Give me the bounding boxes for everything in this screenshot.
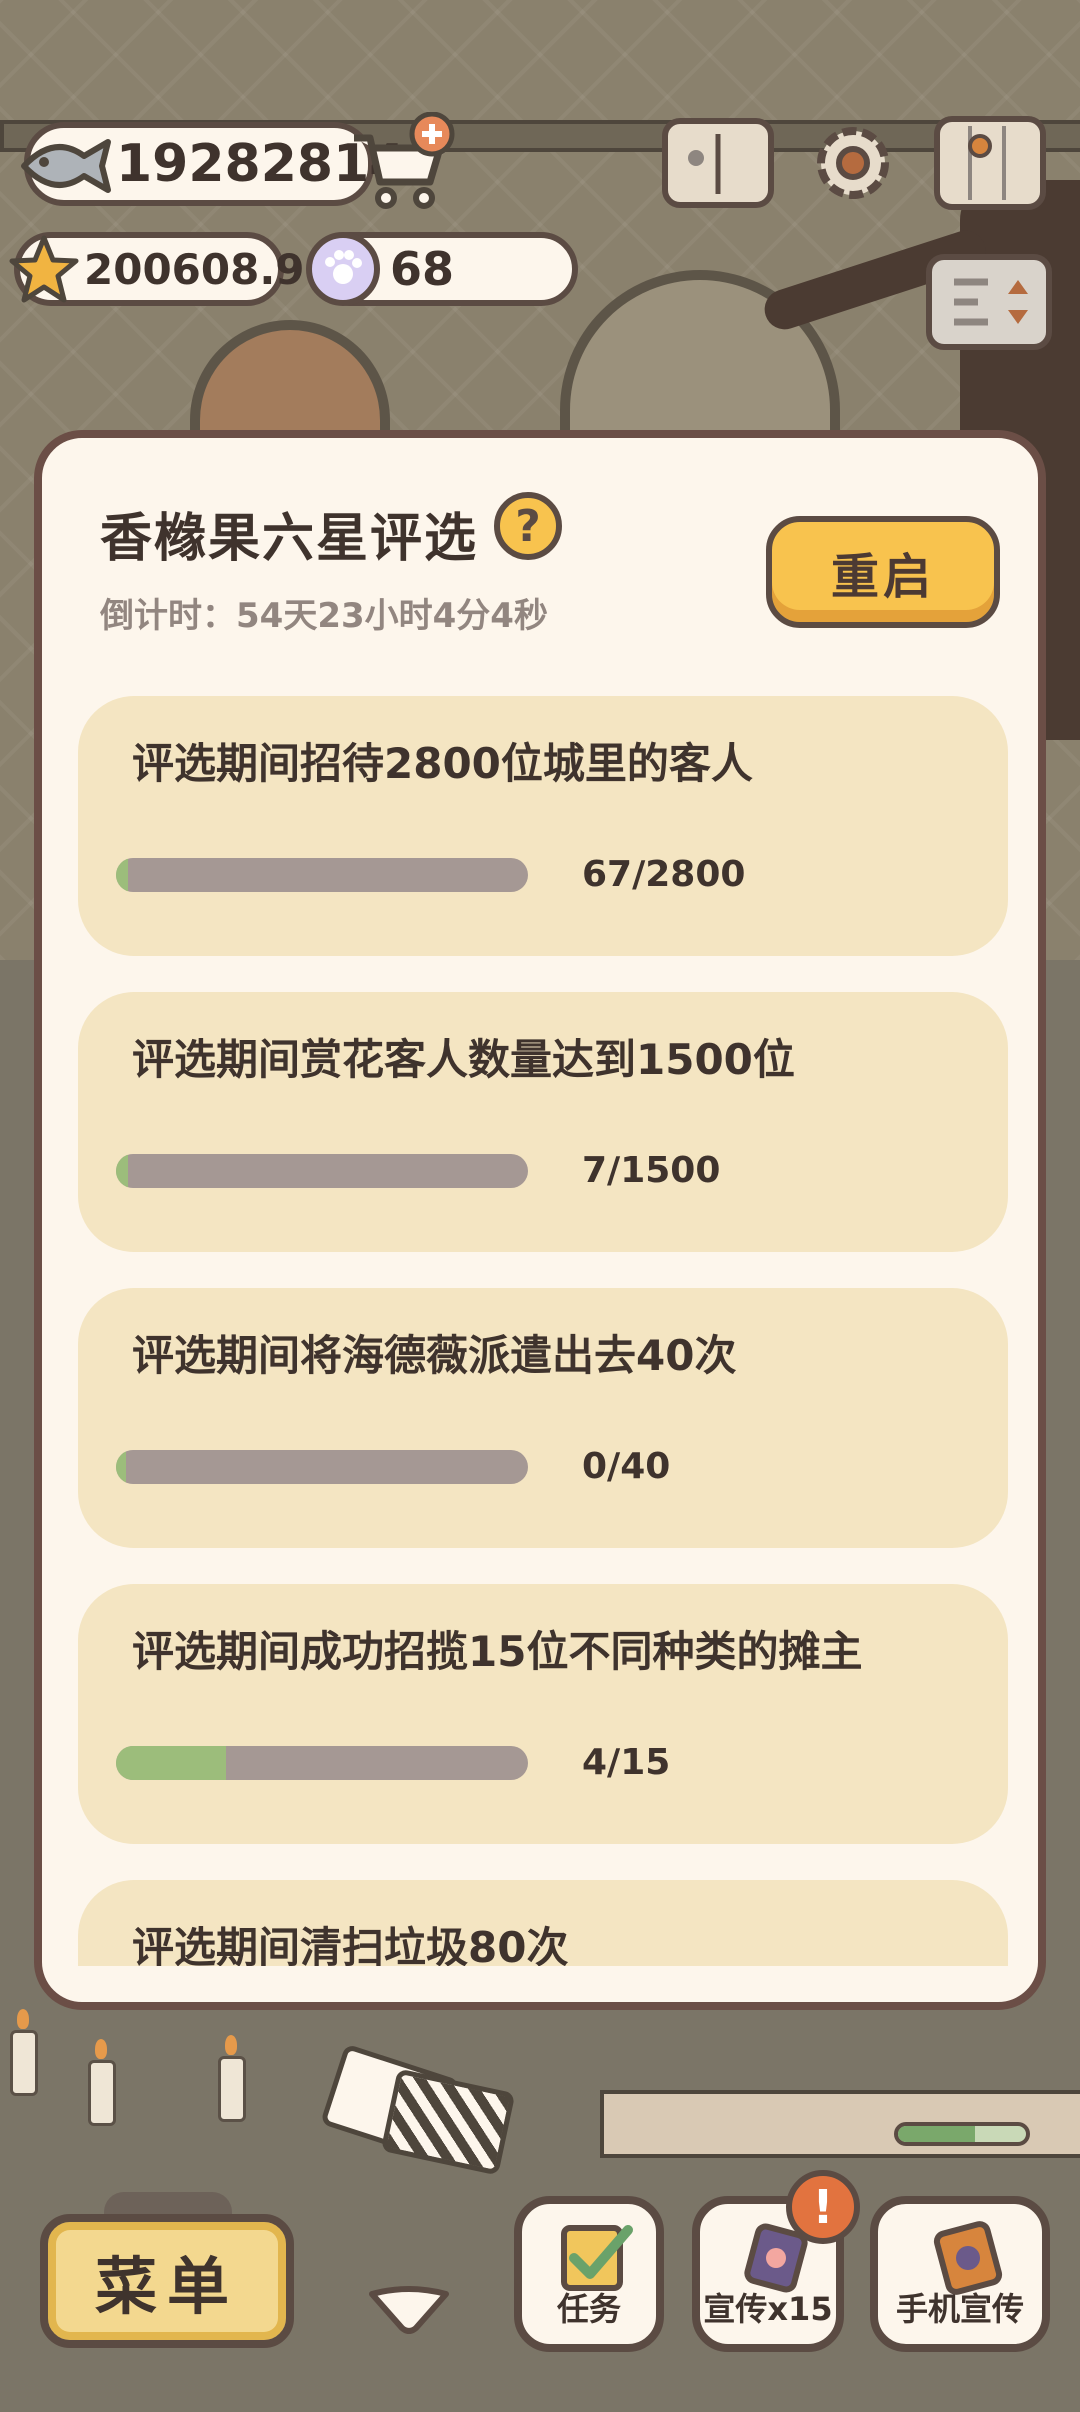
tasks-button-label: 任务: [556, 2290, 621, 2328]
chevron-down-icon[interactable]: [366, 2284, 452, 2334]
task-card: 评选期间成功招揽15位不同种类的摊主 4/15: [78, 1584, 1008, 1844]
promo-button-label: 宣传x15: [703, 2290, 833, 2328]
task-progress-bar: [116, 1154, 528, 1188]
task-progress-bar: [116, 1746, 528, 1780]
task-card: 评选期间将海德薇派遣出去40次 0/40: [78, 1288, 1008, 1548]
task-list[interactable]: 评选期间招待2800位城里的客人 67/2800 评选期间赏花客人数量达到150…: [42, 438, 1038, 1966]
cart-plus-icon[interactable]: [346, 112, 456, 212]
map-icon[interactable]: [934, 116, 1046, 210]
gear-icon[interactable]: [806, 116, 900, 210]
task-progress-fill: [116, 1154, 129, 1188]
alert-badge: !: [786, 2170, 860, 2244]
fish-icon: [21, 139, 111, 193]
paw-coin-icon: [306, 232, 380, 306]
task-progress-fill: [116, 1746, 226, 1780]
star-icon: [9, 235, 79, 303]
task-progress-fill: [116, 1450, 127, 1484]
book-icon[interactable]: [662, 118, 774, 208]
phone-promo-button-label: 手机宣传: [895, 2290, 1024, 2328]
task-progress-bar: [116, 1450, 528, 1484]
task-progress-count: 67/2800: [582, 854, 746, 895]
tasks-button[interactable]: 任务: [514, 2196, 664, 2352]
rating-event-panel: 香橼果六星评选 ? 倒计时：54天23小时4分4秒 重启 评选期间招待2800位…: [34, 430, 1046, 2010]
candle: [88, 2039, 116, 2126]
task-card: 评选期间赏花客人数量达到1500位 7/1500: [78, 992, 1008, 1252]
star-value: 200608.9: [84, 244, 305, 294]
phone-promo-button[interactable]: 手机宣传: [870, 2196, 1050, 2352]
task-description: 评选期间招待2800位城里的客人: [132, 739, 753, 788]
candle: [10, 2009, 38, 2096]
task-description: 评选期间清扫垃圾80次: [132, 1923, 569, 1966]
task-description: 评选期间将海德薇派遣出去40次: [132, 1331, 737, 1380]
task-progress-bar: [116, 858, 528, 892]
task-card: 评选期间招待2800位城里的客人 67/2800: [78, 696, 1008, 956]
task-progress-count: 0/40: [582, 1446, 671, 1487]
sort-icon[interactable]: [926, 254, 1052, 350]
menu-button[interactable]: 菜单: [40, 2214, 294, 2348]
task-description: 评选期间成功招揽15位不同种类的摊主: [132, 1627, 863, 1676]
task-progress-fill: [116, 858, 129, 892]
mini-progress-bar: [894, 2122, 1030, 2146]
paw-token-value: 68: [390, 242, 455, 296]
task-card: 评选期间清扫垃圾80次: [78, 1880, 1008, 1966]
task-description: 评选期间赏花客人数量达到1500位: [132, 1035, 795, 1084]
candle: [218, 2035, 246, 2122]
task-progress-count: 7/1500: [582, 1150, 721, 1191]
task-progress-count: 4/15: [582, 1742, 671, 1783]
